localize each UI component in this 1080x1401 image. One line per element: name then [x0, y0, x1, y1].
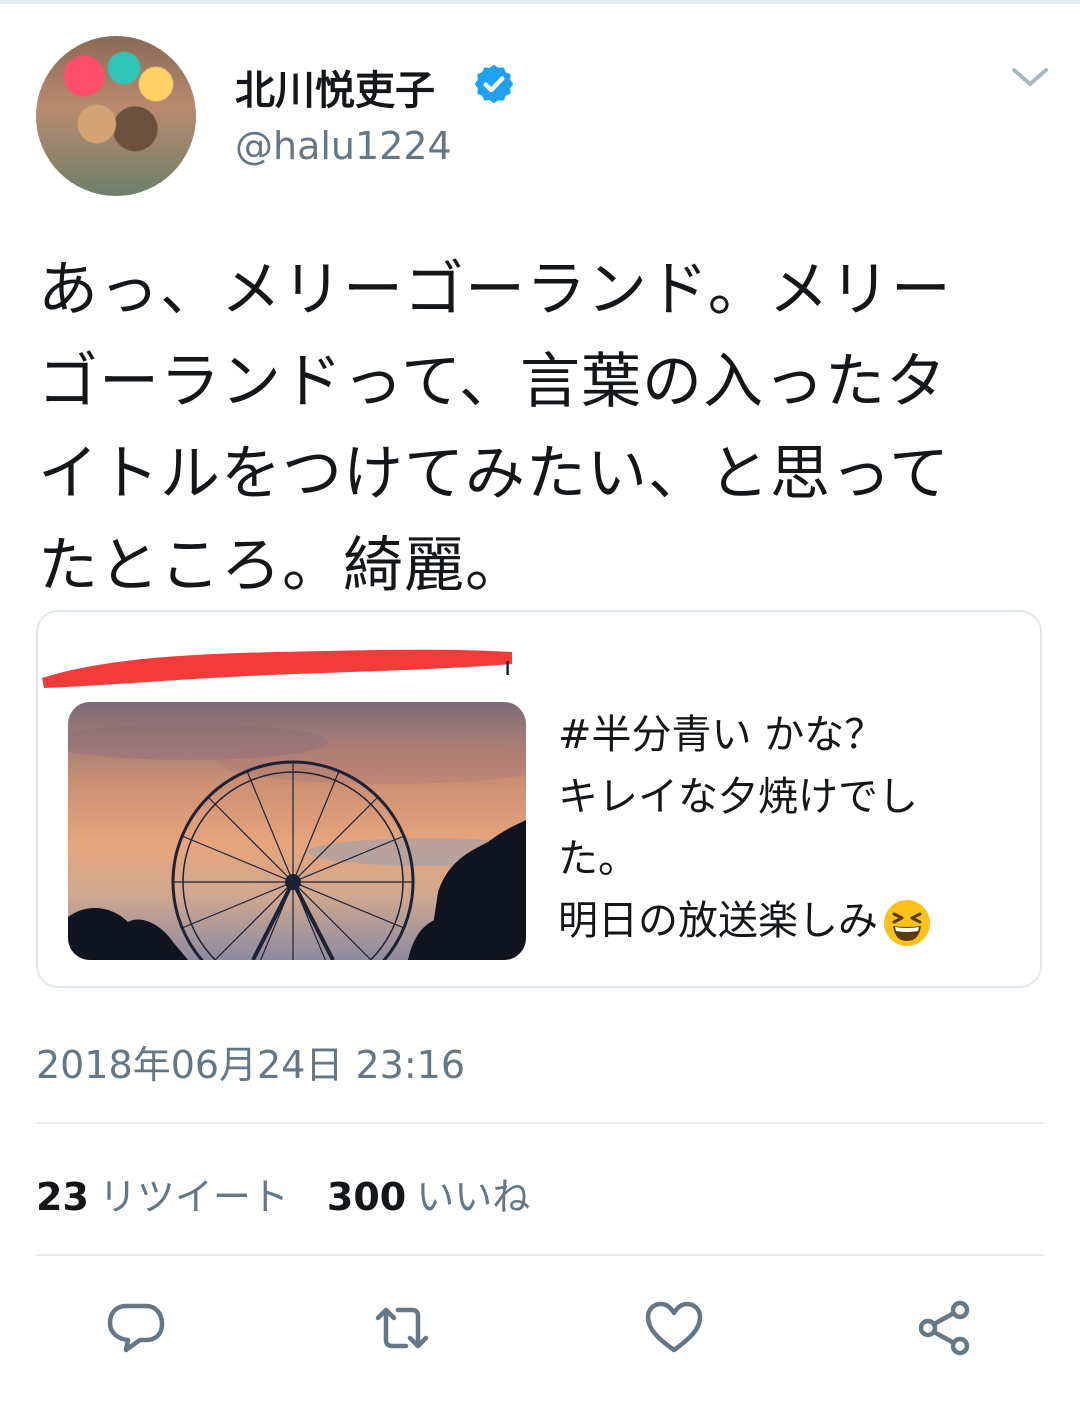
top-border — [0, 0, 1080, 4]
quoted-tweet-card[interactable]: ı #半分青い かな？ キレイな夕焼けでし た。 明日の放送楽しみ — [36, 610, 1042, 988]
quoted-line: た。 — [558, 836, 638, 882]
user-handle[interactable]: @halu1224 — [235, 124, 452, 168]
quoted-line-with-emoji: 明日の放送楽しみ — [558, 890, 1018, 952]
redaction-mark — [42, 649, 512, 688]
like-count[interactable]: 300 — [327, 1175, 406, 1219]
quoted-line: キレイな夕焼けでし — [558, 774, 918, 820]
verified-badge-icon — [474, 64, 514, 104]
quoted-author-fragment: ı — [504, 652, 512, 682]
tweet-line: あっ、メリーゴーランド。メリー — [38, 255, 952, 325]
display-name[interactable]: 北川悦吏子 — [235, 58, 435, 116]
heart-icon[interactable] — [642, 1296, 706, 1360]
tweet-timestamp[interactable]: 2018年06月24日 23:16 — [36, 1034, 465, 1089]
like-label[interactable]: いいね — [416, 1175, 530, 1219]
share-icon[interactable] — [912, 1296, 976, 1360]
quoted-line: #半分青い かな？ — [558, 712, 885, 758]
divider — [36, 1122, 1044, 1124]
retweet-icon[interactable] — [370, 1296, 434, 1360]
avatar[interactable] — [36, 36, 196, 196]
retweet-count[interactable]: 23 — [36, 1175, 89, 1219]
tweet-line: イトルをつけてみたい、と思って — [38, 439, 950, 509]
quoted-line: 明日の放送楽しみ — [558, 898, 878, 944]
divider — [36, 1254, 1044, 1256]
ferris-wheel-sunset-image[interactable] — [68, 702, 526, 960]
tweet-text: あっ、メリーゴーランド。メリー ゴーランドって、言葉の入ったタ イトルをつけてみ… — [38, 244, 1048, 612]
reply-icon[interactable] — [104, 1296, 168, 1360]
quoted-tweet-text: #半分青い かな？ キレイな夕焼けでし た。 明日の放送楽しみ — [558, 704, 1018, 952]
retweet-label[interactable]: リツイート — [99, 1175, 289, 1219]
engagement-stats: 23 リツイート 300 いいね — [36, 1166, 568, 1221]
grinning-squinting-face-emoji — [884, 900, 930, 946]
chevron-down-icon[interactable] — [1008, 62, 1052, 92]
tweet-line: たところ。綺麗。 — [38, 531, 526, 601]
tweet-line: ゴーランドって、言葉の入ったタ — [38, 347, 947, 417]
